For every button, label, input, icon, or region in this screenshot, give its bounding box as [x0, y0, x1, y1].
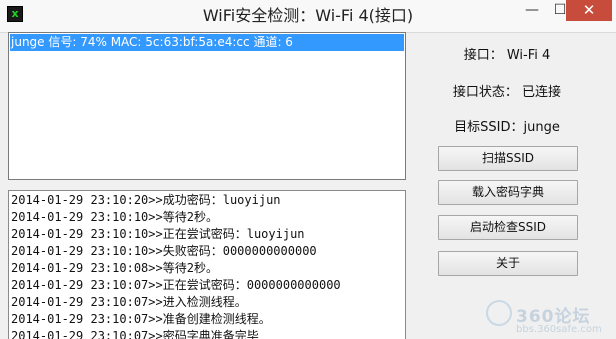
interface-status-label: 接口状态： 已连接 [452, 85, 562, 100]
watermark-url: bbs.360safe.com [516, 324, 602, 335]
watermark-logo-icon [486, 300, 512, 326]
log-line: 2014-01-29 23:10:10>>等待2秒。 [11, 210, 218, 224]
load-dictionary-button[interactable]: 载入密码字典 [438, 180, 578, 205]
log-line: 2014-01-29 23:10:10>>正在尝试密码：luoyijun [11, 227, 305, 241]
log-line: 2014-01-29 23:10:07>>进入检测线程。 [11, 295, 247, 309]
wifi-network-list[interactable]: junge 信号: 74% MAC: 5c:63:bf:5a:e4:cc 通道:… [8, 32, 406, 180]
watermark: 360论坛 bbs.360safe.com [486, 300, 610, 338]
interface-label: 接口： Wi-Fi 4 [463, 48, 551, 63]
log-output[interactable]: 2014-01-29 23:10:20>>成功密码：luoyijun 2014-… [8, 190, 406, 339]
log-line: 2014-01-29 23:10:08>>等待2秒。 [11, 261, 218, 275]
about-button[interactable]: 关于 [438, 251, 578, 276]
minimize-button[interactable]: — [518, 0, 546, 21]
target-ssid-label: 目标SSID：junge [454, 120, 560, 135]
close-button[interactable]: ✕ [566, 0, 612, 21]
log-line: 2014-01-29 23:10:20>>成功密码：luoyijun [11, 193, 281, 207]
log-line: 2014-01-29 23:10:07>>密码字典准备完毕 [11, 329, 259, 339]
log-line: 2014-01-29 23:10:07>>正在尝试密码：000000000000… [11, 278, 341, 292]
log-line: 2014-01-29 23:10:07>>准备创建检测线程。 [11, 312, 271, 326]
start-check-button[interactable]: 启动检查SSID [438, 215, 578, 240]
app-window: x WiFi安全检测：Wi-Fi 4(接口) — ☐ ✕ junge 信号: 7… [0, 0, 616, 339]
log-line: 2014-01-29 23:10:10>>失败密码：0000000000000 [11, 244, 317, 258]
scan-ssid-button[interactable]: 扫描SSID [438, 146, 578, 171]
title-bar[interactable]: x WiFi安全检测：Wi-Fi 4(接口) — ☐ ✕ [0, 0, 616, 33]
wifi-list-item-selected[interactable]: junge 信号: 74% MAC: 5c:63:bf:5a:e4:cc 通道:… [10, 34, 404, 51]
